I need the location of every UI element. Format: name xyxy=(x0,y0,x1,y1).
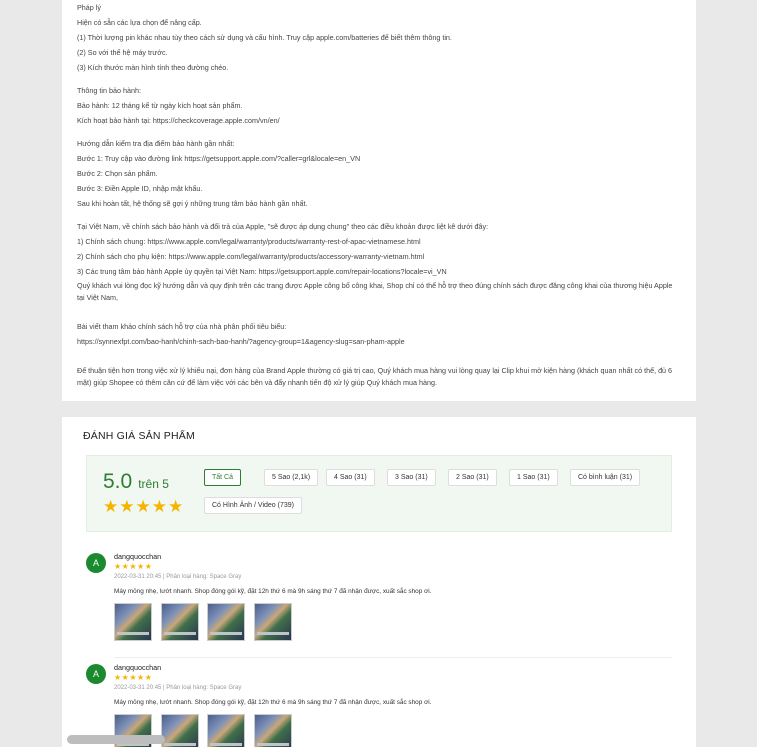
review-photo-thumbnail[interactable] xyxy=(254,603,292,641)
review-photo-thumbnail[interactable] xyxy=(254,714,292,747)
desc-line: Tại Việt Nam, về chính sách bảo hành và … xyxy=(77,222,489,231)
desc-line: (3) Kích thước màn hình tính theo đường … xyxy=(77,63,229,72)
review-stars-icon: ★★★★★ xyxy=(114,673,153,682)
desc-line: Bài viết tham khảo chính sách hỗ trợ của… xyxy=(77,322,287,331)
desc-line: Hướng dẫn kiểm tra địa điểm bảo hành gần… xyxy=(77,139,235,148)
desc-link[interactable]: 2) Chính sách cho phụ kiện: https://www.… xyxy=(77,249,677,264)
review-photo-thumbnail[interactable] xyxy=(207,714,245,747)
desc-paragraph: Để thuận tiện hơn trong việc xử lý khiếu… xyxy=(77,366,673,387)
filter-2-star-button[interactable]: 2 Sao (31) xyxy=(448,469,497,486)
review-text: Máy mỏng nhẹ, lướt nhanh. Shop đóng gói … xyxy=(114,699,432,706)
review-divider xyxy=(114,657,672,658)
desc-line: Hiện có sẵn các lựa chọn để nâng cấp. xyxy=(77,18,202,27)
filter-4-star-button[interactable]: 4 Sao (31) xyxy=(326,469,375,486)
review-stars-icon: ★★★★★ xyxy=(114,562,153,571)
product-description-card: Pháp lý Hiện có sẵn các lựa chọn để nâng… xyxy=(62,0,696,401)
filter-1-star-button[interactable]: 1 Sao (31) xyxy=(509,469,558,486)
rating-stars-icon: ★★★★★ xyxy=(103,497,185,516)
review-photo-thumbnail[interactable] xyxy=(207,603,245,641)
rating-score-suffix: trên 5 xyxy=(138,477,169,491)
desc-link[interactable]: Bước 1: Truy cập vào đường link https://… xyxy=(77,151,677,166)
desc-link[interactable]: Kích hoạt bảo hành tại: https://checkcov… xyxy=(77,113,677,128)
desc-line: Bước 3: Điền Apple ID, nhập mật khẩu. xyxy=(77,184,203,193)
review-photo-thumbnail[interactable] xyxy=(161,603,199,641)
product-ratings-card: ĐÁNH GIÁ SẢN PHẨM 5.0 trên 5 ★★★★★ Tất Cả… xyxy=(62,417,696,747)
ratings-title: ĐÁNH GIÁ SẢN PHẨM xyxy=(83,430,195,442)
review-username: dangquocchan xyxy=(114,552,162,561)
filter-all-button[interactable]: Tất Cả xyxy=(204,469,242,486)
desc-link[interactable]: 1) Chính sách chung: https://www.apple.c… xyxy=(77,234,677,249)
desc-link[interactable]: 3) Các trung tâm bảo hành Apple ủy quyền… xyxy=(77,264,677,279)
desc-link[interactable]: https://synnexfpt.com/bao-hanh/chinh-sac… xyxy=(77,334,677,349)
review-photo-thumbnail[interactable] xyxy=(114,603,152,641)
review-text: Máy mỏng nhẹ, lướt nhanh. Shop đóng gói … xyxy=(114,588,432,595)
desc-line: Bước 2: Chọn sản phẩm. xyxy=(77,169,158,178)
avatar[interactable]: A xyxy=(86,664,106,684)
desc-line: Thông tin bảo hành: xyxy=(77,86,141,95)
desc-paragraph: Quý khách vui lòng đọc kỹ hướng dẫn và q… xyxy=(77,281,673,302)
review-photo-thumbnail[interactable] xyxy=(161,714,199,747)
desc-line: Pháp lý xyxy=(77,3,101,12)
desc-line: Sau khi hoàn tất, hệ thống sẽ gợi ý nhữn… xyxy=(77,199,308,208)
desc-line: Bảo hành: 12 tháng kể từ ngày kích hoạt … xyxy=(77,101,243,110)
product-description-text: Pháp lý Hiện có sẵn các lựa chọn để nâng… xyxy=(77,0,677,389)
filter-3-star-button[interactable]: 3 Sao (31) xyxy=(387,469,436,486)
horizontal-scrollbar[interactable] xyxy=(67,735,165,744)
filter-with-comment-button[interactable]: Có bình luận (31) xyxy=(570,469,641,486)
filter-with-media-button[interactable]: Có Hình Ảnh / Video (739) xyxy=(204,497,302,514)
review-username: dangquocchan xyxy=(114,663,162,672)
rating-score-value: 5.0 xyxy=(103,470,133,493)
review-meta: 2022-03-31 20:45 | Phân loại hàng: Space… xyxy=(114,574,242,580)
desc-line: (1) Thời lượng pin khác nhau tùy theo cá… xyxy=(77,33,452,42)
rating-score: 5.0 trên 5 xyxy=(103,470,169,494)
rating-overview: 5.0 trên 5 ★★★★★ Tất Cả 5 Sao (2,1k) 4 Sa… xyxy=(86,455,672,532)
avatar[interactable]: A xyxy=(86,553,106,573)
filter-5-star-button[interactable]: 5 Sao (2,1k) xyxy=(264,469,319,486)
review-meta: 2022-03-31 20:45 | Phân loại hàng: Space… xyxy=(114,685,242,691)
desc-line: (2) So với thế hệ máy trước. xyxy=(77,48,168,57)
